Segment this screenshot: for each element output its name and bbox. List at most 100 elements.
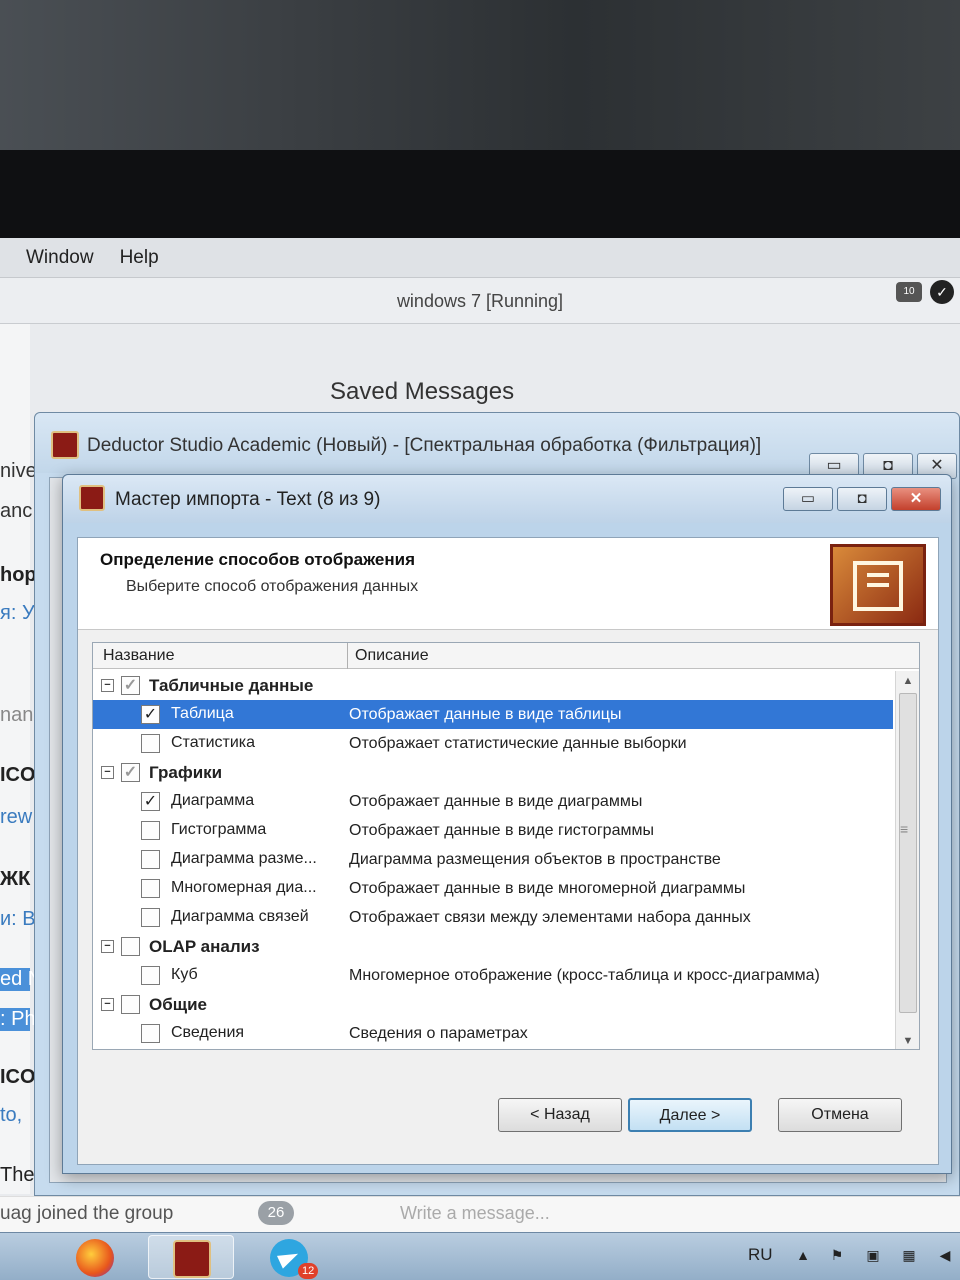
column-name[interactable]: Название bbox=[103, 647, 175, 665]
tree-group-row[interactable]: − OLAP анализ bbox=[93, 932, 893, 961]
row-description: Отображает статистические данные выборки bbox=[349, 735, 687, 752]
checkbox[interactable] bbox=[141, 1024, 160, 1043]
checkbox[interactable] bbox=[141, 966, 160, 985]
collapse-icon[interactable]: − bbox=[101, 940, 114, 953]
menu-help[interactable]: Help bbox=[120, 247, 159, 269]
checkbox[interactable] bbox=[141, 850, 160, 869]
chat-fragment[interactable]: anc bbox=[0, 500, 32, 523]
tree-group-row[interactable]: − ✓ Табличные данные bbox=[93, 671, 893, 700]
checkbox[interactable]: ✓ bbox=[121, 763, 140, 782]
room-wall bbox=[0, 0, 960, 150]
host-menubar: Window Help bbox=[0, 238, 960, 278]
joined-notice: uag joined the group bbox=[0, 1203, 174, 1224]
row-description: Отображает связи между элементами набора… bbox=[349, 909, 751, 926]
row-name: Куб bbox=[171, 966, 198, 983]
network-icon[interactable]: ▦ bbox=[898, 1247, 920, 1267]
tree-column-header: Название Описание bbox=[93, 643, 919, 669]
tree-item-row[interactable]: Диаграмма связей Отображает связи между э… bbox=[93, 903, 893, 932]
wizard-header: Определение способов отображения Выберит… bbox=[78, 538, 938, 630]
chat-fragment[interactable]: : Ph bbox=[0, 1008, 36, 1031]
row-name: Диаграмма связей bbox=[171, 908, 309, 925]
chat-fragment[interactable]: ICO bbox=[0, 764, 36, 787]
volume-icon[interactable]: ◀ bbox=[934, 1247, 956, 1267]
chat-fragment[interactable]: The bbox=[0, 1164, 34, 1187]
monitor-screen: Window Help windows 7 [Running] 10 ✓ rch… bbox=[0, 238, 960, 1280]
language-indicator[interactable]: RU bbox=[748, 1245, 773, 1265]
chat-fragment[interactable]: и: В bbox=[0, 908, 36, 931]
tree-item-row[interactable]: Сведения Сведения о параметрах bbox=[93, 1019, 893, 1048]
deductor-logo-icon bbox=[830, 544, 926, 626]
checkbox[interactable]: ✓ bbox=[141, 705, 160, 724]
deductor-app-icon bbox=[51, 431, 79, 459]
checkbox[interactable] bbox=[141, 879, 160, 898]
tree-item-row[interactable]: Гистограмма Отображает данные в виде гист… bbox=[93, 816, 893, 845]
checkbox[interactable] bbox=[141, 908, 160, 927]
checkbox[interactable]: ✓ bbox=[121, 676, 140, 695]
tree-group-row[interactable]: − ✓ Графики bbox=[93, 758, 893, 787]
back-button[interactable]: < Назад bbox=[498, 1098, 622, 1132]
checkbox[interactable] bbox=[141, 821, 160, 840]
step-subtitle: Выберите способ отображения данных bbox=[126, 578, 419, 595]
tree-item-row[interactable]: ✓ Таблица Отображает данные в виде таблицы bbox=[93, 700, 893, 729]
collapse-icon[interactable]: − bbox=[101, 679, 114, 692]
checkbox[interactable]: ✓ bbox=[141, 792, 160, 811]
chat-fragment[interactable]: я: У bbox=[0, 602, 35, 625]
telegram-chat-list: nive anc hop я: У nan ICO rew ЖК и: В ed… bbox=[0, 324, 42, 1194]
telegram-chat-header: Saved Messages bbox=[330, 378, 515, 405]
collapse-icon[interactable]: − bbox=[101, 998, 114, 1011]
tree-item-row[interactable]: ✓ Диаграмма Отображает данные в виде диагр… bbox=[93, 787, 893, 816]
tree-item-row[interactable]: Статистика Отображает статистические данн… bbox=[93, 729, 893, 758]
vertical-scrollbar[interactable]: ▲ ≡ ▼ bbox=[895, 671, 919, 1049]
tray-expand-icon[interactable]: ▲ bbox=[792, 1247, 814, 1267]
cancel-button[interactable]: Отмена bbox=[778, 1098, 902, 1132]
vm-window-titlebar: windows 7 [Running] 10 ✓ bbox=[0, 278, 960, 324]
column-description[interactable]: Описание bbox=[355, 647, 429, 665]
collapse-icon[interactable]: − bbox=[101, 766, 114, 779]
tree-item-row[interactable]: Диаграмма разме... Диаграмма размещения о… bbox=[93, 845, 893, 874]
menu-window[interactable]: Window bbox=[26, 247, 94, 269]
taskbar-firefox[interactable] bbox=[52, 1235, 138, 1279]
taskbar-telegram[interactable]: 12 bbox=[246, 1235, 332, 1279]
wizard-minimize-button[interactable]: ▭ bbox=[783, 487, 833, 511]
checkbox[interactable] bbox=[121, 937, 140, 956]
check-circle-icon[interactable]: ✓ bbox=[930, 280, 954, 304]
chat-fragment[interactable]: ЖК bbox=[0, 868, 30, 891]
row-name: Табличные данные bbox=[149, 676, 314, 695]
monitor-bezel bbox=[0, 150, 960, 240]
row-description: Сведения о параметрах bbox=[349, 1025, 528, 1042]
taskbar-deductor[interactable] bbox=[148, 1235, 234, 1279]
deductor-title: Deductor Studio Academic (Новый) - [Спек… bbox=[87, 435, 762, 456]
tray-device-icon[interactable]: ▣ bbox=[862, 1247, 884, 1267]
chat-fragment[interactable]: nive bbox=[0, 460, 37, 483]
wizard-title: Мастер импорта - Text (8 из 9) bbox=[115, 489, 381, 510]
chat-fragment[interactable]: to, bbox=[0, 1104, 22, 1127]
column-separator[interactable] bbox=[347, 643, 348, 669]
tree-group-row[interactable]: − Общие bbox=[93, 990, 893, 1019]
wizard-app-icon bbox=[79, 485, 105, 511]
scroll-thumb[interactable] bbox=[899, 693, 917, 1013]
scroll-grip-icon: ≡ bbox=[900, 821, 909, 837]
notification-icon[interactable]: 10 bbox=[896, 282, 922, 302]
checkbox[interactable] bbox=[141, 734, 160, 753]
wizard-maximize-button[interactable]: ◘ bbox=[837, 487, 887, 511]
chat-fragment[interactable]: rew bbox=[0, 806, 32, 829]
scroll-up-icon[interactable]: ▲ bbox=[896, 671, 919, 691]
chat-fragment[interactable]: hop bbox=[0, 564, 37, 587]
checkbox[interactable] bbox=[121, 995, 140, 1014]
tree-item-row[interactable]: Многомерная диа... Отображает данные в ви… bbox=[93, 874, 893, 903]
chat-fragment[interactable]: ICO bbox=[0, 1066, 36, 1089]
row-name: OLAP анализ bbox=[149, 937, 260, 956]
wizard-close-button[interactable]: ✕ bbox=[891, 487, 941, 511]
message-input[interactable]: Write a message... bbox=[400, 1203, 550, 1224]
chat-fragment[interactable]: ed N bbox=[0, 968, 42, 991]
row-name: Гистограмма bbox=[171, 821, 267, 838]
visualization-tree[interactable]: Название Описание − ✓ Табличные данные ✓ Таб… bbox=[92, 642, 920, 1050]
firefox-icon bbox=[76, 1239, 114, 1277]
chat-fragment[interactable]: nan bbox=[0, 704, 33, 727]
step-title: Определение способов отображения bbox=[100, 550, 415, 569]
next-button[interactable]: Далее > bbox=[628, 1098, 752, 1132]
tree-item-row[interactable]: Куб Многомерное отображение (кросс-таблиц… bbox=[93, 961, 893, 990]
wizard-body: Определение способов отображения Выберит… bbox=[77, 537, 939, 1165]
action-center-flag-icon[interactable]: ⚑ bbox=[826, 1247, 848, 1267]
scroll-down-icon[interactable]: ▼ bbox=[896, 1031, 919, 1049]
